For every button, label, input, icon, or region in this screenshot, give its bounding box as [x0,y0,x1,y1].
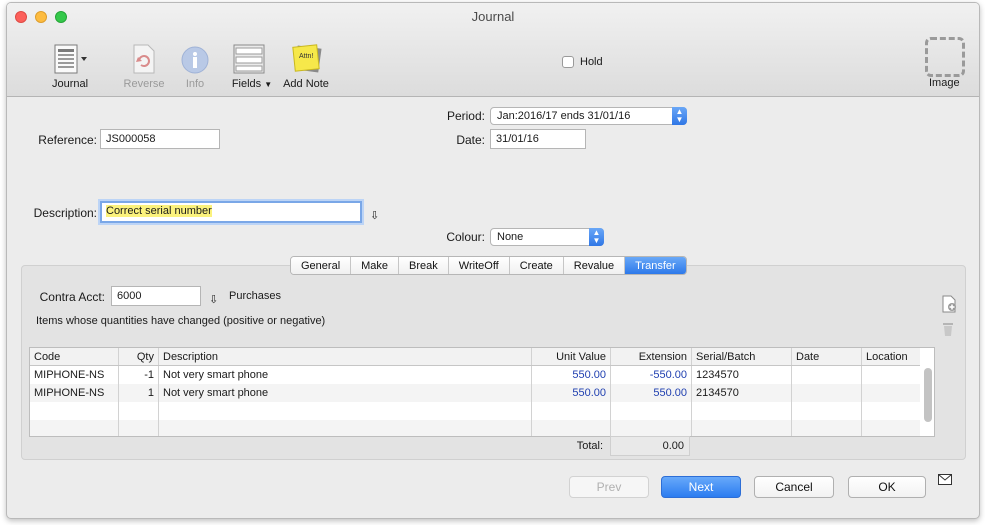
colour-label: Colour: [446,230,485,244]
tab-make[interactable]: Make [351,257,400,274]
colour-value: None [497,231,524,243]
fields-icon [232,43,266,75]
table-row[interactable]: MIPHONE-NS -1 Not very smart phone 550.0… [30,366,920,384]
items-table: Code Qty Description Unit Value Extensio… [29,347,935,437]
total-label: Total: [576,440,603,452]
colour-select[interactable]: None ▲ ▼ [490,228,604,246]
cell-date[interactable] [792,366,862,384]
ok-button[interactable]: OK [848,476,926,498]
period-value: Jan:2016/17 ends 31/01/16 [497,110,631,122]
window-title: Journal [471,9,515,24]
add-note-label: Add Note [283,78,329,90]
journal-icon [53,43,89,75]
add-row-icon[interactable] [941,295,957,313]
reference-field[interactable]: JS000058 [100,129,220,149]
cell-code[interactable]: MIPHONE-NS [30,384,119,402]
table-scrollbar[interactable] [924,368,932,422]
cell-extension[interactable]: -550.00 [611,366,692,384]
reference-label: Reference: [38,133,97,147]
contra-acct-field[interactable]: 6000 [111,286,201,306]
description-field[interactable]: Correct serial number [100,201,362,223]
lookup-arrow-icon[interactable]: ⇩ [209,293,218,306]
column-header-qty[interactable]: Qty [119,348,159,365]
column-header-description[interactable]: Description [159,348,532,365]
contra-acct-name: Purchases [229,290,281,302]
cell-qty[interactable]: -1 [119,366,159,384]
reverse-label: Reverse [123,78,165,90]
date-label: Date: [456,133,485,147]
next-button[interactable]: Next [661,476,741,498]
tab-bar: General Make Break WriteOff Create Reval… [290,256,687,275]
cell-date[interactable] [792,384,862,402]
column-header-location[interactable]: Location [862,348,920,365]
image-label: Image [929,77,960,89]
total-value: 0.00 [610,436,690,456]
hold-checkbox-group[interactable]: Hold [562,56,603,68]
description-label: Description: [33,206,97,220]
table-row-empty[interactable] [30,402,920,420]
trash-icon[interactable] [941,321,955,337]
image-placeholder-icon[interactable] [925,37,965,77]
info-label: Info [185,78,205,90]
column-header-unit-value[interactable]: Unit Value [532,348,611,365]
date-field[interactable]: 31/01/16 [490,129,586,149]
chevron-down-icon: ▼ [264,80,273,89]
prev-button[interactable]: Prev [569,476,649,498]
hold-checkbox[interactable] [562,56,574,68]
cell-serial-batch[interactable]: 2134570 [692,384,792,402]
period-select[interactable]: Jan:2016/17 ends 31/01/16 ▲ ▼ [490,107,687,125]
title-toolbar: Journal Journal Reverse Info Fields ▼ At… [7,3,979,97]
cancel-button[interactable]: Cancel [754,476,834,498]
period-label: Period: [446,109,485,123]
table-header: Code Qty Description Unit Value Extensio… [30,348,920,366]
items-note: Items whose quantities have changed (pos… [36,315,326,327]
journal-window: Journal Journal Reverse Info Fields ▼ At… [6,2,980,519]
cell-unit-value[interactable]: 550.00 [532,384,611,402]
cell-description[interactable]: Not very smart phone [159,366,532,384]
cell-description[interactable]: Not very smart phone [159,384,532,402]
fields-label: Fields ▼ [231,78,273,90]
stepper-icon: ▲ ▼ [672,107,687,125]
tab-break[interactable]: Break [399,257,449,274]
chevron-down-icon [81,57,87,61]
description-value: Correct serial number [106,205,212,217]
column-header-extension[interactable]: Extension [611,348,692,365]
cell-unit-value[interactable]: 550.00 [532,366,611,384]
sticky-note-icon: Attn! [290,43,324,75]
reverse-icon [131,43,157,75]
lookup-arrow-icon[interactable]: ⇩ [370,209,379,222]
tab-create[interactable]: Create [509,257,564,274]
tab-general[interactable]: General [291,257,352,274]
cell-code[interactable]: MIPHONE-NS [30,366,119,384]
column-header-date[interactable]: Date [792,348,862,365]
tab-revalue[interactable]: Revalue [563,257,626,274]
tab-transfer[interactable]: Transfer [625,257,686,274]
cell-location[interactable] [862,366,920,384]
column-header-serial-batch[interactable]: Serial/Batch [692,348,792,365]
tab-writeoff[interactable]: WriteOff [448,257,510,274]
journal-label: Journal [51,78,89,90]
cell-serial-batch[interactable]: 1234570 [692,366,792,384]
info-icon [180,45,210,75]
table-row-empty[interactable] [30,420,920,436]
contra-acct-label: Contra Acct: [39,290,105,304]
cell-qty[interactable]: 1 [119,384,159,402]
column-header-code[interactable]: Code [30,348,119,365]
cell-extension[interactable]: 550.00 [611,384,692,402]
svg-text:Attn!: Attn! [299,53,313,60]
table-row[interactable]: MIPHONE-NS 1 Not very smart phone 550.00… [30,384,920,402]
envelope-icon[interactable] [938,474,952,485]
stepper-icon: ▲ ▼ [589,228,604,246]
hold-label: Hold [580,56,603,68]
cell-location[interactable] [862,384,920,402]
